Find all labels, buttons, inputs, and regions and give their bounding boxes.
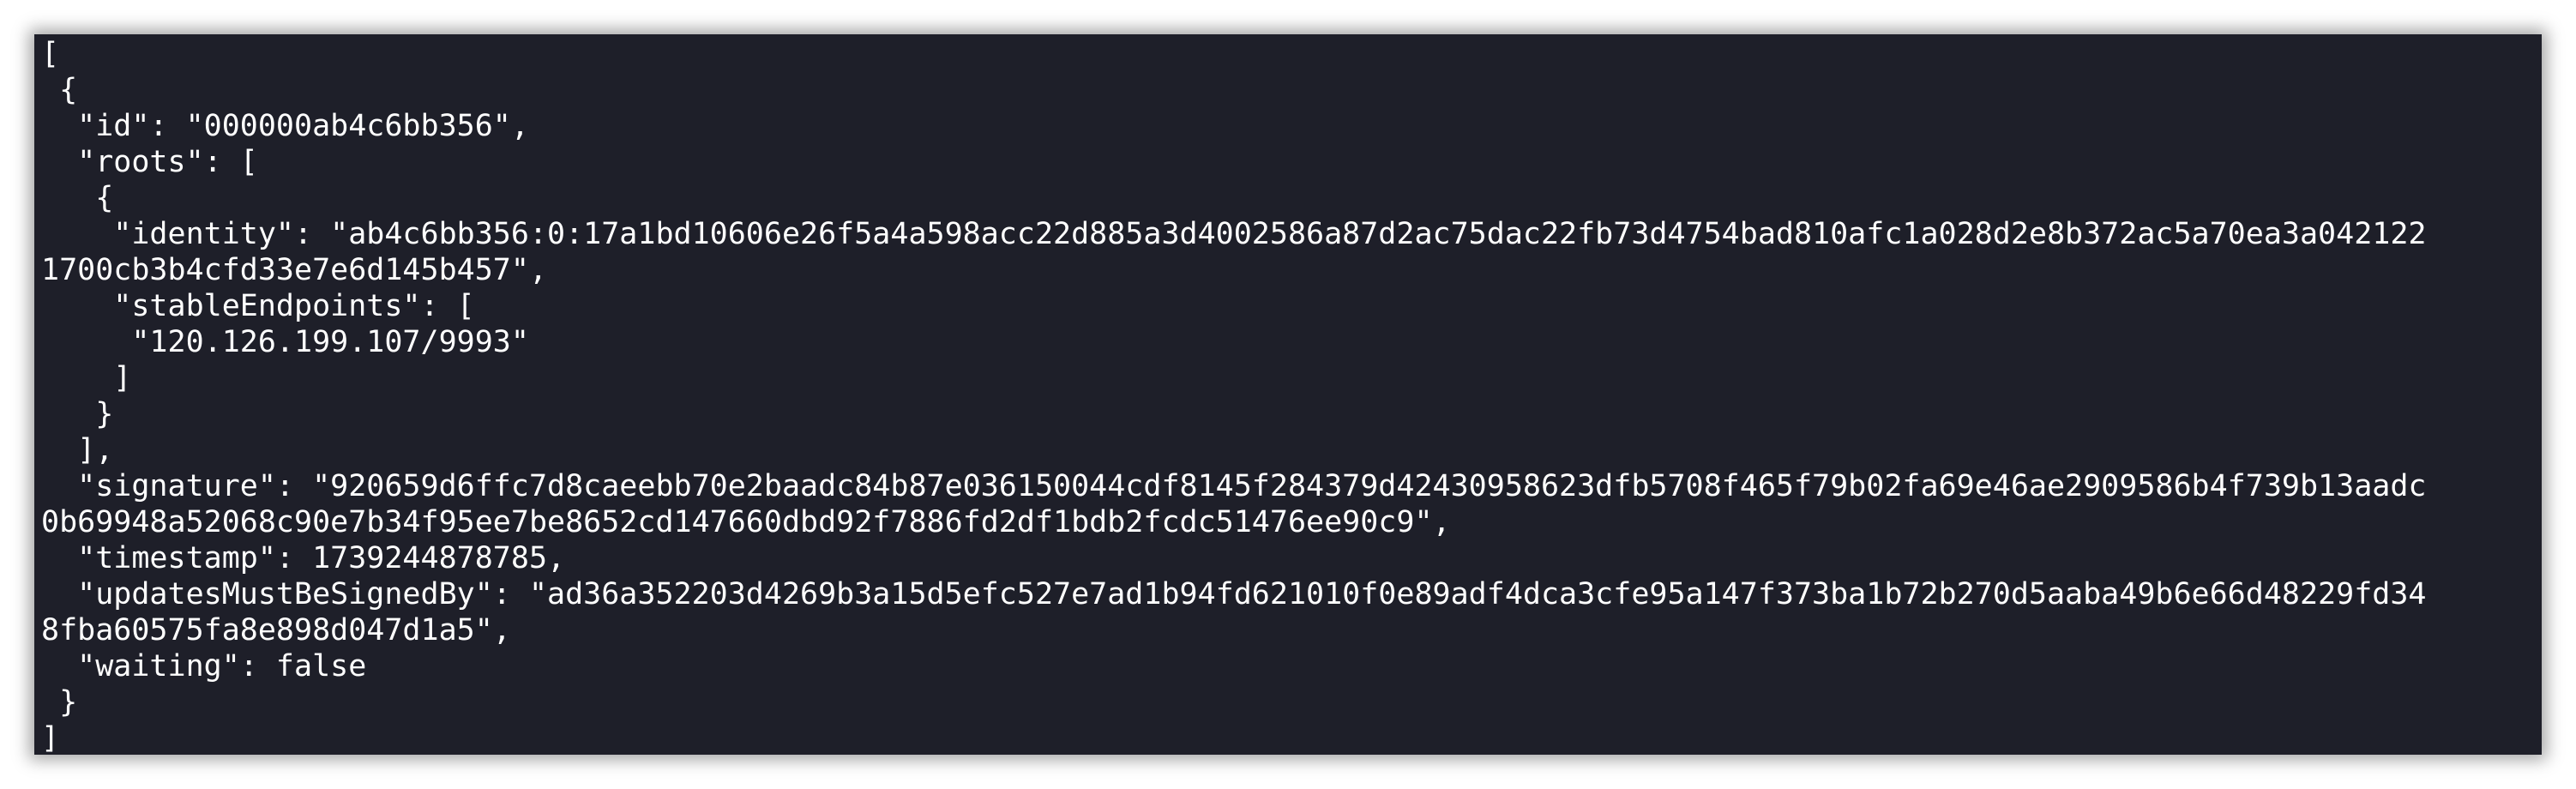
output-line: "timestamp": 1739244878785, bbox=[41, 541, 566, 575]
output-line: "waiting": false bbox=[41, 649, 367, 684]
output-line: { bbox=[41, 73, 78, 107]
output-line: 8fba60575fa8e898d047d1a5", bbox=[41, 613, 511, 647]
output-line: { bbox=[41, 181, 114, 215]
output-line: "120.126.199.107/9993" bbox=[41, 325, 529, 359]
output-line: "signature": "920659d6ffc7d8caeebb70e2ba… bbox=[41, 469, 2427, 503]
output-line: "identity": "ab4c6bb356:0:17a1bd10606e26… bbox=[41, 217, 2427, 251]
json-output: [ { "id": "000000ab4c6bb356", "roots": [… bbox=[41, 34, 2535, 755]
output-line: [ bbox=[41, 37, 60, 71]
terminal-window: [ { "id": "000000ab4c6bb356", "roots": [… bbox=[34, 34, 2542, 755]
output-line: "updatesMustBeSignedBy": "ad36a352203d42… bbox=[41, 577, 2427, 611]
output-line: ] bbox=[41, 721, 60, 755]
output-line: "id": "000000ab4c6bb356", bbox=[41, 109, 529, 143]
output-line: } bbox=[41, 685, 78, 720]
output-line: 1700cb3b4cfd33e7e6d145b457", bbox=[41, 253, 548, 287]
output-line: } bbox=[41, 397, 114, 431]
output-line: ] bbox=[41, 361, 132, 395]
output-line: 0b69948a52068c90e7b34f95ee7be8652cd14766… bbox=[41, 505, 1451, 539]
output-line: "roots": [ bbox=[41, 145, 258, 179]
output-line: "stableEndpoints": [ bbox=[41, 289, 475, 323]
output-line: ], bbox=[41, 433, 114, 467]
